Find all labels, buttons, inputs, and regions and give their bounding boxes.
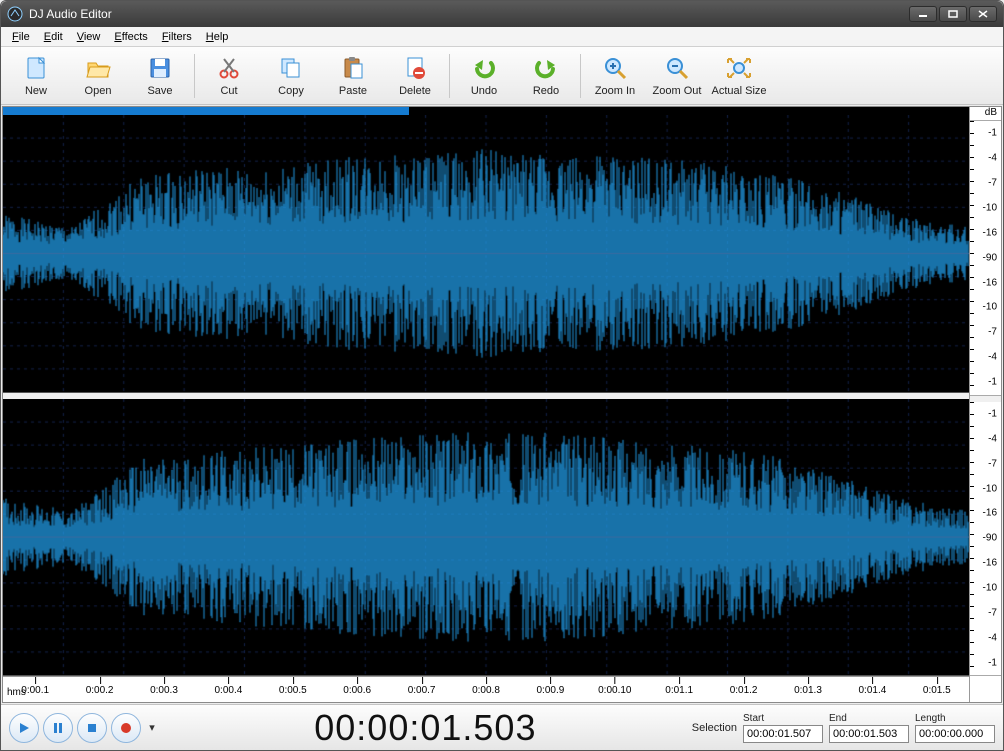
- transport-options-dropdown[interactable]: ▾: [145, 713, 159, 743]
- toolbar-separator: [580, 54, 581, 98]
- new-label: New: [25, 85, 47, 97]
- selection-start-input[interactable]: [743, 725, 823, 743]
- titlebar: DJ Audio Editor: [1, 1, 1003, 27]
- redo-label: Redo: [533, 85, 559, 97]
- save-label: Save: [147, 85, 172, 97]
- menu-effects[interactable]: Effects: [107, 29, 154, 45]
- redo-arrow-icon: [532, 54, 560, 82]
- save-floppy-icon: [146, 54, 174, 82]
- cut-label: Cut: [220, 85, 237, 97]
- selection-length-input[interactable]: [915, 725, 995, 743]
- menu-file[interactable]: File: [5, 29, 37, 45]
- actual-size-label: Actual Size: [711, 85, 766, 97]
- window-title: DJ Audio Editor: [29, 7, 909, 21]
- db-scale: dB -1-4-7-10-16-90-16-10-7-4-1 -1-4-7-10…: [969, 107, 1001, 702]
- new-file-icon: [22, 54, 50, 82]
- scissors-icon: [215, 54, 243, 82]
- db-scale-spacer: [970, 676, 1001, 702]
- toolbar-separator: [194, 54, 195, 98]
- copy-icon: [277, 54, 305, 82]
- open-button[interactable]: Open: [67, 50, 129, 102]
- window-maximize-button[interactable]: [939, 6, 967, 22]
- waveform-channel-right[interactable]: [3, 399, 969, 677]
- window-minimize-button[interactable]: [909, 6, 937, 22]
- zoom-out-button[interactable]: Zoom Out: [646, 50, 708, 102]
- selection-length-label: Length: [915, 713, 995, 724]
- redo-button[interactable]: Redo: [515, 50, 577, 102]
- paste-clipboard-icon: [339, 54, 367, 82]
- paste-label: Paste: [339, 85, 367, 97]
- selection-start-label: Start: [743, 713, 823, 724]
- new-button[interactable]: New: [5, 50, 67, 102]
- selection-end-label: End: [829, 713, 909, 724]
- selection-panel: Selection Start End Length: [692, 713, 995, 743]
- menu-filters[interactable]: Filters: [155, 29, 199, 45]
- db-scale-channel-left: -1-4-7-10-16-90-16-10-7-4-1: [970, 121, 1001, 396]
- save-button[interactable]: Save: [129, 50, 191, 102]
- menu-edit[interactable]: Edit: [37, 29, 70, 45]
- app-icon: [7, 6, 23, 22]
- menubar: File Edit View Effects Filters Help: [1, 27, 1003, 47]
- pause-button[interactable]: [43, 713, 73, 743]
- bottom-bar: ▾ 00:00:01.503 Selection Start End Lengt…: [1, 704, 1003, 750]
- undo-button[interactable]: Undo: [453, 50, 515, 102]
- overview-selected-region: [3, 107, 409, 115]
- selection-end-input[interactable]: [829, 725, 909, 743]
- paste-button[interactable]: Paste: [322, 50, 384, 102]
- toolbar-separator: [449, 54, 450, 98]
- db-scale-unit: dB: [970, 107, 1001, 121]
- zoom-out-icon: [663, 54, 691, 82]
- copy-button[interactable]: Copy: [260, 50, 322, 102]
- time-ruler[interactable]: hms 0:00.10:00.20:00.30:00.40:00.50:00.6…: [3, 676, 969, 702]
- toolbar: New Open Save Cut Copy Paste Delete Undo…: [1, 47, 1003, 105]
- open-label: Open: [85, 85, 112, 97]
- window-close-button[interactable]: [969, 6, 997, 22]
- zoom-in-icon: [601, 54, 629, 82]
- zoom-in-label: Zoom In: [595, 85, 635, 97]
- menu-view[interactable]: View: [70, 29, 108, 45]
- overview-bar[interactable]: [3, 107, 969, 115]
- undo-arrow-icon: [470, 54, 498, 82]
- selection-label: Selection: [692, 722, 737, 734]
- open-folder-icon: [84, 54, 112, 82]
- waveform-channel-left[interactable]: [3, 115, 969, 393]
- undo-label: Undo: [471, 85, 497, 97]
- waveform-area[interactable]: hms 0:00.10:00.20:00.30:00.40:00.50:00.6…: [3, 107, 969, 702]
- time-position-display: 00:00:01.503: [167, 707, 684, 749]
- cut-button[interactable]: Cut: [198, 50, 260, 102]
- record-button[interactable]: [111, 713, 141, 743]
- delete-label: Delete: [399, 85, 431, 97]
- workspace: hms 0:00.10:00.20:00.30:00.40:00.50:00.6…: [2, 106, 1002, 703]
- actual-size-button[interactable]: Actual Size: [708, 50, 770, 102]
- db-scale-channel-right: -1-4-7-10-16-90-16-10-7-4-1: [970, 402, 1001, 677]
- menu-help[interactable]: Help: [199, 29, 236, 45]
- zoom-in-button[interactable]: Zoom In: [584, 50, 646, 102]
- play-button[interactable]: [9, 713, 39, 743]
- stop-button[interactable]: [77, 713, 107, 743]
- actual-size-icon: [725, 54, 753, 82]
- delete-button[interactable]: Delete: [384, 50, 446, 102]
- transport-controls: ▾: [9, 713, 159, 743]
- delete-icon: [401, 54, 429, 82]
- zoom-out-label: Zoom Out: [653, 85, 702, 97]
- copy-label: Copy: [278, 85, 304, 97]
